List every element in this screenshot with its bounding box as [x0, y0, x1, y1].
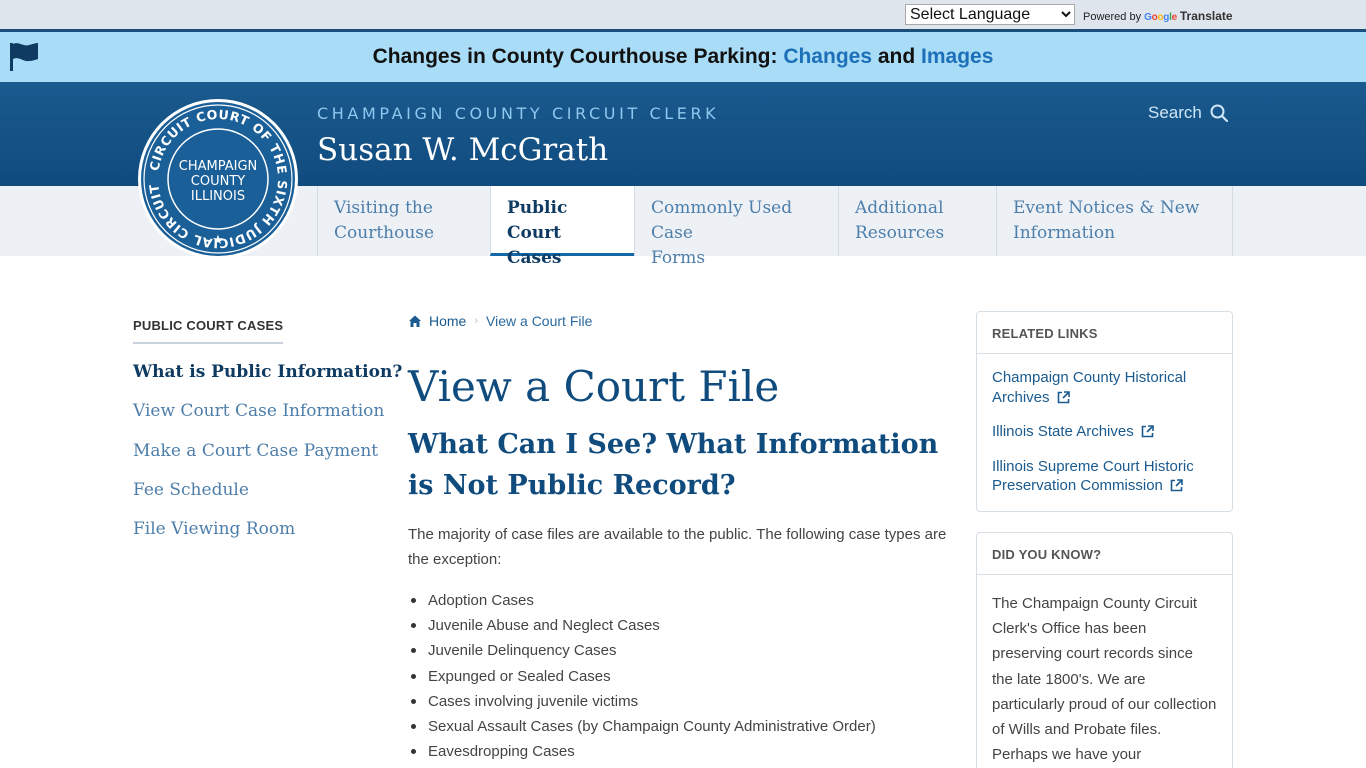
sidebar-item-case-payment[interactable]: Make a Court Case Payment — [133, 441, 378, 461]
nav-tab-label: Information — [1013, 223, 1116, 243]
did-you-know-heading: DID YOU KNOW? — [977, 533, 1232, 575]
intro-paragraph: The majority of case files are available… — [408, 526, 947, 568]
seal-line-1: CHAMPAIGN — [179, 159, 258, 174]
page-title: View a Court File — [408, 362, 780, 411]
external-link-icon — [1141, 425, 1154, 438]
external-link-icon — [1057, 390, 1070, 403]
county-seal-logo[interactable]: CIRCUIT COURT OF THE SIXTH JUDICIAL CIRC… — [137, 98, 299, 260]
nav-tab-visiting[interactable]: Visiting the Courthouse — [317, 186, 491, 256]
language-select[interactable]: Select Language — [905, 4, 1075, 25]
section-sidebar: PUBLIC COURT CASES What is Public Inform… — [133, 317, 402, 539]
agency-name: CHAMPAIGN COUNTY CIRCUIT CLERK — [317, 104, 720, 123]
alert-banner: Changes in County Courthouse Parking: Ch… — [0, 29, 1366, 82]
alert-message: Changes in County Courthouse Parking: Ch… — [0, 45, 1366, 69]
list-item: Sexual Assault Cases (by Champaign Count… — [408, 714, 948, 739]
search-icon — [1210, 104, 1228, 122]
section-heading: What Can I See? What Information is Not … — [408, 429, 939, 501]
sidebar-item-fee-schedule[interactable]: Fee Schedule — [133, 480, 249, 500]
related-link-label: Illinois State Archives — [992, 423, 1134, 440]
nav-tab-public-court-cases[interactable]: Public Court Cases — [490, 186, 634, 268]
breadcrumb-current: View a Court File — [486, 313, 593, 329]
list-item: Expunged or Sealed Cases — [408, 664, 948, 689]
related-link-label: Illinois Supreme Court Historic Preserva… — [992, 457, 1194, 495]
alert-link-changes[interactable]: Changes — [783, 45, 872, 68]
nav-tab-event-notices[interactable]: Event Notices & New Information — [996, 186, 1233, 256]
list-item: Cases involving juvenile victims — [408, 689, 948, 714]
breadcrumb: Home › View a Court File — [408, 313, 592, 329]
external-link-icon — [1170, 479, 1183, 492]
sidebar-item-file-viewing-room[interactable]: File Viewing Room — [133, 519, 295, 539]
related-link-historical-archives[interactable]: Champaign County Historical Archives — [992, 368, 1217, 407]
sidebar-item-view-case-information[interactable]: View Court Case Information — [133, 401, 384, 421]
nav-tab-label: Resources — [855, 223, 945, 243]
translate-bar: Select Language Powered by Google Transl… — [0, 0, 1366, 29]
nav-tab-label: Forms — [651, 248, 706, 268]
nav-tab-additional-resources[interactable]: Additional Resources — [838, 186, 997, 256]
list-item: Eavesdropping Cases — [408, 739, 948, 764]
list-item: Juvenile Delinquency Cases — [408, 638, 948, 663]
seal-line-2: COUNTY — [191, 174, 245, 189]
sidebar-heading: PUBLIC COURT CASES — [133, 318, 284, 344]
seal-star-icon: ★ — [212, 233, 224, 248]
nav-tab-label: Event Notices & New — [1013, 198, 1200, 218]
nav-tab-label: Cases — [507, 248, 562, 268]
alert-text: Changes in County Courthouse Parking: — [372, 45, 784, 68]
nav-tab-label: Additional — [855, 198, 944, 218]
breadcrumb-separator: › — [474, 315, 479, 327]
breadcrumb-home[interactable]: Home — [429, 313, 466, 329]
list-item: Adoption Cases — [408, 588, 948, 613]
related-link-label: Champaign County Historical Archives — [992, 369, 1187, 406]
related-link-state-archives[interactable]: Illinois State Archives — [992, 422, 1217, 442]
nav-tab-label: Commonly Used Case — [651, 198, 793, 243]
alert-and: and — [872, 45, 922, 68]
nav-tab-label: Public Court — [507, 198, 568, 243]
nav-tab-case-forms[interactable]: Commonly Used Case Forms — [634, 186, 839, 268]
alert-link-images[interactable]: Images — [921, 45, 993, 68]
nav-tab-label: Visiting the — [334, 198, 433, 218]
did-you-know-text: The Champaign County Circuit Clerk's Off… — [992, 595, 1217, 764]
exception-list: Adoption Cases Juvenile Abuse and Neglec… — [408, 588, 948, 764]
related-links-heading: RELATED LINKS — [977, 312, 1232, 354]
powered-by-google: Powered by Google Translate — [1083, 9, 1233, 23]
search-label: Search — [1148, 103, 1202, 122]
search-button[interactable]: Search — [1148, 103, 1228, 123]
google-logo: Google — [1144, 12, 1177, 23]
did-you-know-panel: DID YOU KNOW? The Champaign County Circu… — [976, 532, 1233, 768]
sidebar-item-public-information[interactable]: What is Public Information? — [133, 362, 402, 382]
related-link-preservation-commission[interactable]: Illinois Supreme Court Historic Preserva… — [992, 457, 1217, 496]
clerk-name[interactable]: Susan W. McGrath — [317, 132, 608, 168]
seal-line-3: ILLINOIS — [191, 189, 245, 204]
home-icon[interactable] — [408, 314, 422, 328]
related-links-panel: RELATED LINKS Champaign County Historica… — [976, 311, 1233, 512]
nav-tab-label: Courthouse — [334, 223, 435, 243]
translate-link[interactable]: Translate — [1180, 9, 1233, 23]
list-item: Juvenile Abuse and Neglect Cases — [408, 613, 948, 638]
powered-by-label: Powered by — [1083, 11, 1142, 23]
